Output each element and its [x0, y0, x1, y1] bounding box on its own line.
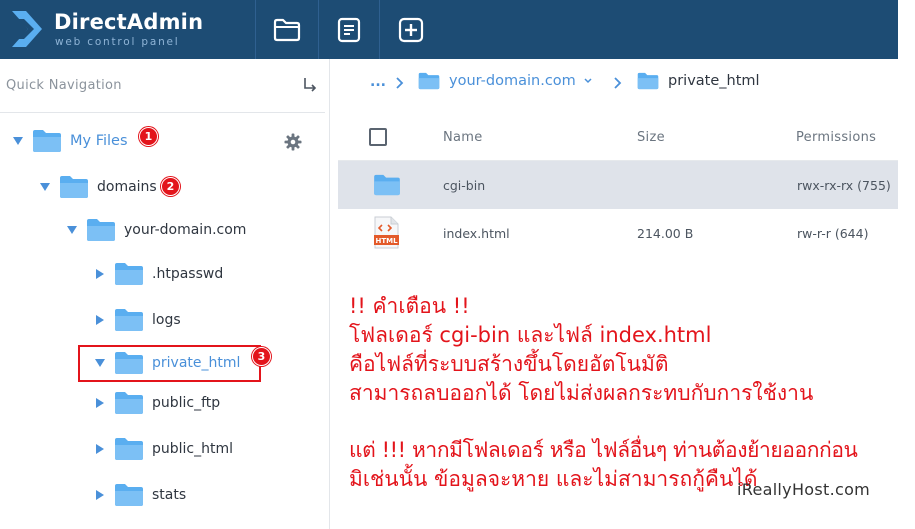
- step-badge: 2: [161, 177, 180, 196]
- folder-icon: [374, 174, 400, 196]
- plus-square-icon: [398, 17, 424, 42]
- logo-subtitle: web control panel: [55, 36, 180, 48]
- tree-item-label: stats: [152, 487, 187, 503]
- directadmin-logo[interactable]: DirectAdmin web control panel: [12, 9, 203, 51]
- column-permissions[interactable]: Permissions: [796, 130, 876, 145]
- tree-item-htpasswd[interactable]: .htpasswd: [94, 257, 223, 291]
- quick-navigation: Quick Navigation: [0, 59, 325, 113]
- folder-icon: [637, 72, 659, 90]
- document-icon: [337, 17, 361, 42]
- tree-item-domains[interactable]: domains: [39, 170, 157, 204]
- caret-down-icon[interactable]: [66, 224, 78, 236]
- file-table-header: Name Size Permissions: [338, 113, 898, 161]
- logo-title: DirectAdmin: [54, 10, 204, 34]
- breadcrumb-ellipsis[interactable]: ...: [370, 74, 386, 90]
- file-permissions: rw-r-r (644): [797, 226, 869, 241]
- caret-right-icon[interactable]: [94, 397, 106, 409]
- caret-down-icon[interactable]: [39, 181, 51, 193]
- tree-item-your-domain[interactable]: your-domain.com: [66, 213, 246, 247]
- top-header: DirectAdmin web control panel: [0, 0, 898, 59]
- caret-right-icon[interactable]: [94, 443, 106, 455]
- folder-icon: [87, 219, 115, 241]
- step-badge: 3: [252, 347, 271, 366]
- breadcrumb-item-current[interactable]: private_html: [637, 72, 760, 90]
- file-size: 214.00 B: [637, 226, 694, 241]
- tree-item-label: logs: [152, 312, 181, 328]
- folder-icon: [115, 263, 143, 285]
- tree-item-label: public_html: [152, 441, 234, 457]
- tree-item-public-ftp[interactable]: public_ftp: [94, 386, 220, 420]
- watermark: iReallyHost.com: [737, 480, 871, 499]
- folder-icon: [60, 176, 88, 198]
- caret-right-icon[interactable]: [94, 489, 106, 501]
- table-row[interactable]: HTML index.html 214.00 B rw-r-r (644): [338, 209, 898, 257]
- caret-down-icon[interactable]: [12, 135, 24, 147]
- file-name: cgi-bin: [443, 178, 486, 193]
- tree-item-logs[interactable]: logs: [94, 303, 181, 337]
- file-permissions: rwx-rx-rx (755): [797, 178, 891, 193]
- html-file-icon: HTML: [374, 216, 399, 249]
- breadcrumb-label: private_html: [668, 73, 760, 89]
- breadcrumb-label: your-domain.com: [449, 73, 576, 89]
- folder-icon: [33, 130, 61, 152]
- gear-icon[interactable]: [284, 133, 302, 151]
- chevron-down-icon[interactable]: [583, 77, 593, 85]
- tree-item-label: .htpasswd: [152, 266, 224, 282]
- file-manager-button[interactable]: [256, 0, 318, 59]
- breadcrumb-item-domain[interactable]: your-domain.com: [418, 72, 593, 90]
- tree-item-stats[interactable]: stats: [94, 478, 186, 512]
- step-badge: 1: [139, 127, 158, 146]
- warning-line: มิเช่นนั้น ข้อมูลจะหาย และไม่สามารถกู้คื…: [349, 467, 758, 491]
- folder-icon: [115, 392, 143, 414]
- warning-line: สามารถลบออกได้ โดยไม่ส่งผลกระทบกับการใช้…: [349, 381, 814, 405]
- enter-arrow-icon[interactable]: [302, 76, 318, 94]
- file-type-label: HTML: [375, 237, 398, 245]
- tree-item-label: public_ftp: [152, 395, 221, 411]
- column-size[interactable]: Size: [637, 130, 665, 145]
- tree-item-public-html[interactable]: public_html: [94, 432, 233, 466]
- table-row[interactable]: cgi-bin rwx-rx-rx (755): [338, 161, 898, 209]
- quick-navigation-label: Quick Navigation: [6, 78, 122, 93]
- tree-item-label: domains: [97, 179, 157, 195]
- tree-item-label: My Files: [70, 133, 128, 149]
- create-new-button[interactable]: [380, 0, 442, 59]
- editor-button[interactable]: [318, 0, 380, 59]
- folder-icon: [273, 18, 301, 41]
- caret-right-icon[interactable]: [94, 268, 106, 280]
- select-all-checkbox[interactable]: [369, 128, 387, 146]
- chevron-right-icon: [396, 77, 404, 89]
- chevron-right-icon: [614, 77, 622, 89]
- highlight-annotation: [78, 345, 261, 382]
- directadmin-logo-icon: [12, 11, 42, 47]
- folder-icon: [115, 484, 143, 506]
- folder-icon: [418, 72, 440, 90]
- file-name: index.html: [443, 226, 510, 241]
- tree-item-my-files[interactable]: My Files: [12, 124, 128, 158]
- folder-icon: [115, 309, 143, 331]
- folder-icon: [115, 438, 143, 460]
- tree-item-label: your-domain.com: [124, 222, 247, 238]
- caret-right-icon[interactable]: [94, 314, 106, 326]
- column-name[interactable]: Name: [443, 130, 483, 145]
